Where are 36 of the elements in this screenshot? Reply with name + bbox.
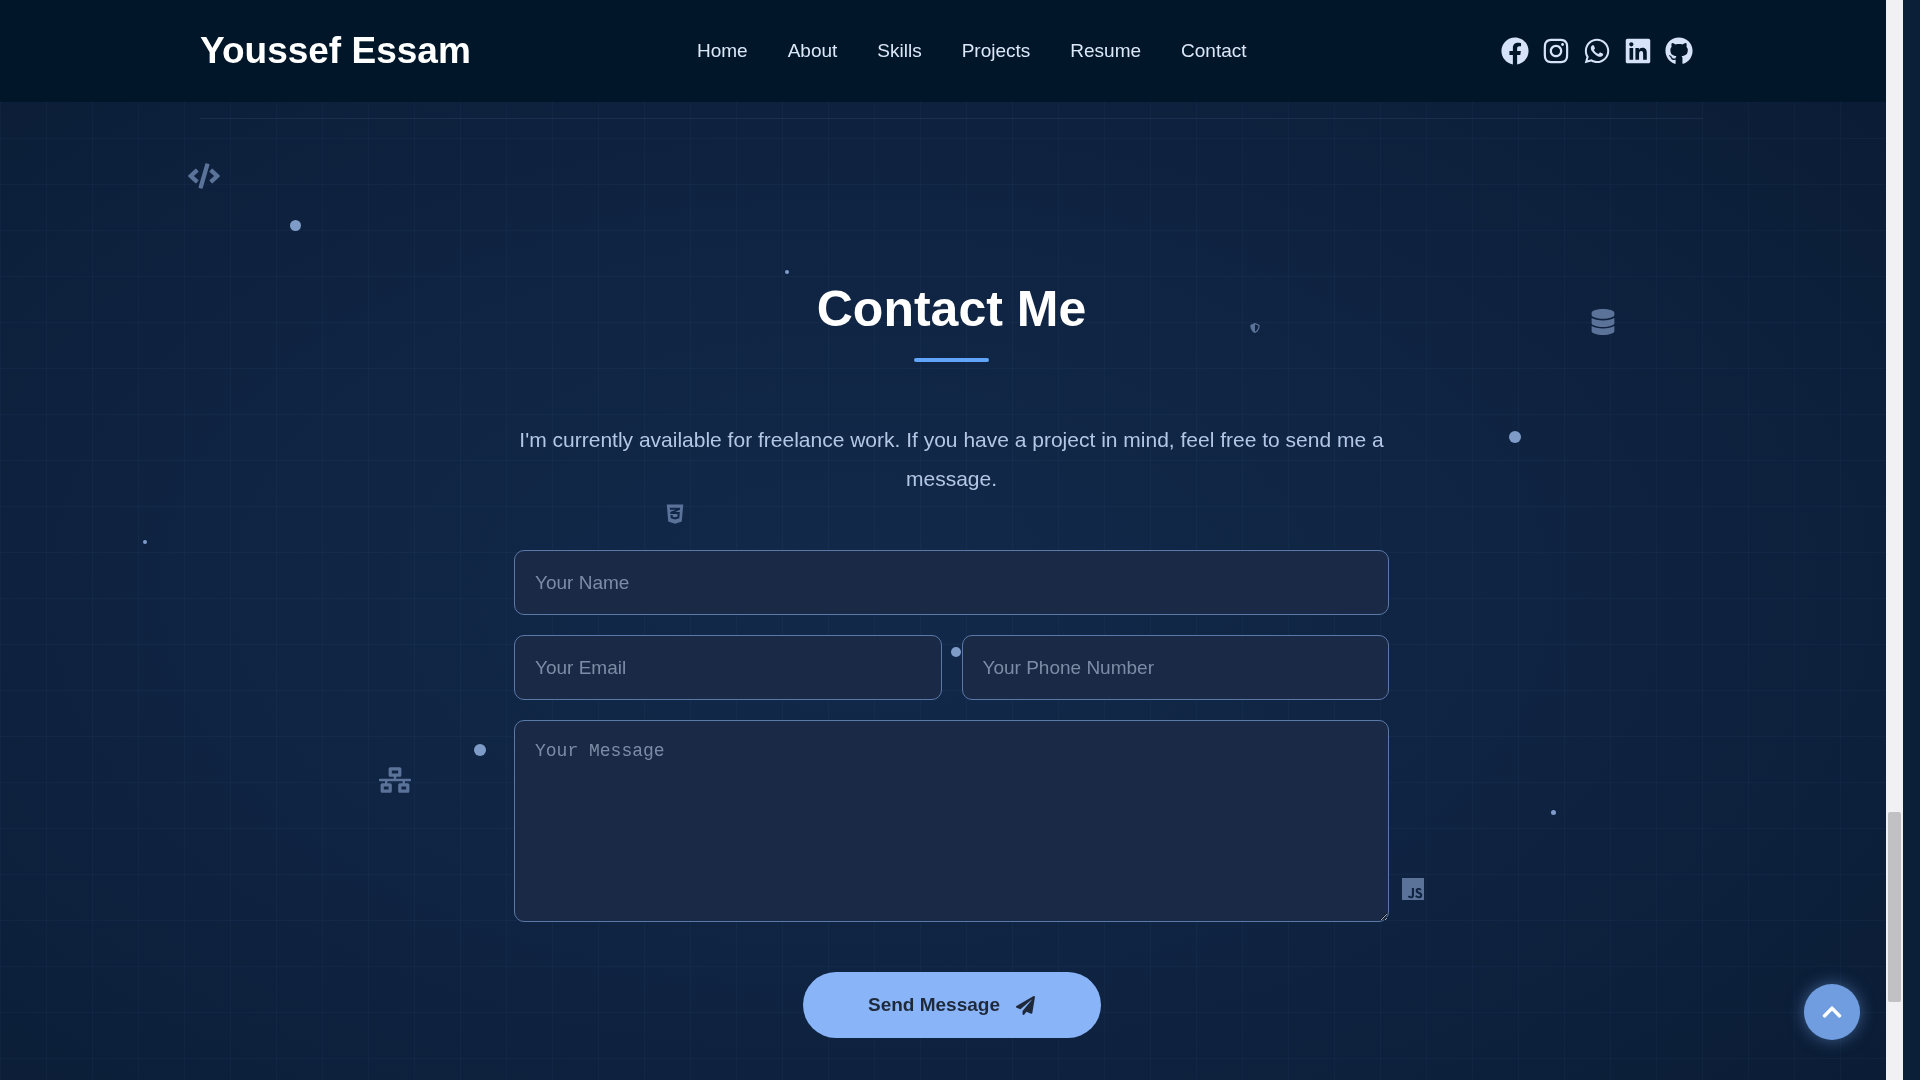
particle-dot: [785, 270, 789, 274]
nav-link[interactable]: About: [787, 40, 838, 62]
send-message-button[interactable]: Send Message: [802, 972, 1101, 1038]
nav-link[interactable]: Contact: [1181, 40, 1247, 62]
whatsapp-icon[interactable]: [1583, 37, 1611, 65]
particle-dot: [290, 220, 301, 231]
github-icon[interactable]: [1665, 37, 1693, 65]
database-icon: [1590, 309, 1616, 335]
scrollbar[interactable]: [1886, 0, 1903, 1080]
input-field[interactable]: Your Phone Number: [961, 635, 1389, 700]
code-icon: [188, 160, 220, 192]
particle-dot: [951, 647, 961, 657]
message-field[interactable]: Your Message: [514, 720, 1389, 922]
nav-link[interactable]: Home: [697, 40, 748, 62]
intro-text: I'm currently available for freelance work. If you have a project in mind, feel free to send me a message.: [518, 427, 1385, 492]
input-field[interactable]: Your Name: [514, 550, 1389, 615]
site-logo[interactable]: Youssef Essam: [200, 30, 540, 72]
nav-link[interactable]: Resume: [1070, 40, 1142, 62]
particle-dot: [1509, 431, 1521, 443]
instagram-icon[interactable]: [1542, 37, 1570, 65]
shield-icon: [1250, 323, 1260, 333]
javascript-icon: [1402, 878, 1424, 900]
particle-dot: [474, 744, 486, 756]
network-icon: [379, 764, 411, 796]
facebook-icon[interactable]: [1501, 37, 1529, 65]
nav-link[interactable]: Projects: [961, 40, 1031, 62]
particle-dot: [1551, 810, 1556, 815]
css-icon: [664, 503, 686, 525]
scroll-to-top-button[interactable]: [1804, 984, 1860, 1040]
send-icon: [1016, 995, 1035, 1015]
section-title: Contact Me: [816, 284, 1087, 334]
nav-link[interactable]: Skills: [877, 40, 922, 62]
input-field[interactable]: Your Email: [514, 635, 942, 700]
particle-dot: [143, 540, 147, 544]
linkedin-icon[interactable]: [1624, 37, 1652, 65]
scrollbar-thumb[interactable]: [1888, 812, 1901, 1002]
